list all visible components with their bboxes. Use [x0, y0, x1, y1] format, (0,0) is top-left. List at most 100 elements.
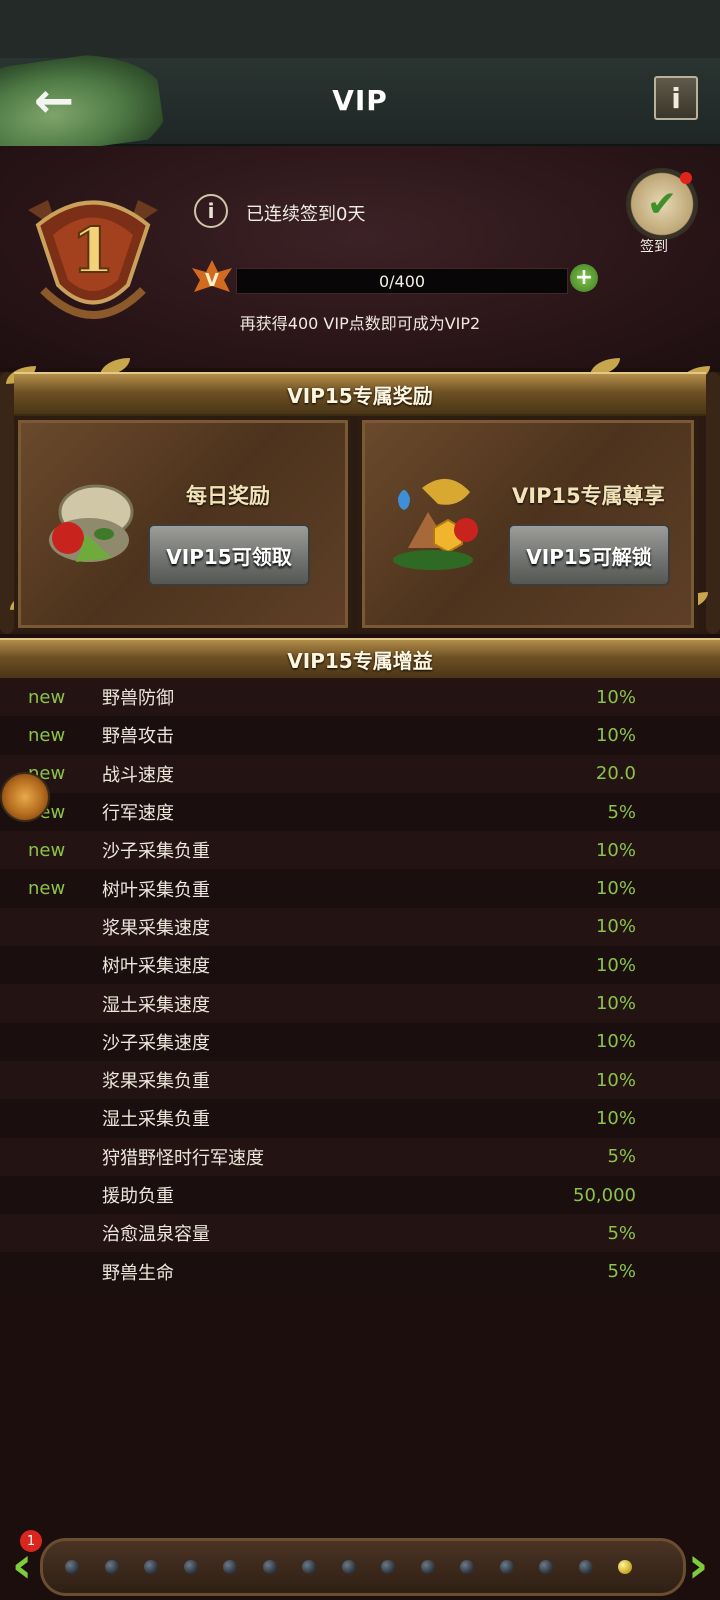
buff-name: 行军速度	[102, 803, 174, 825]
next-arrow-icon[interactable]: ›	[680, 1540, 716, 1590]
page-title: VIP	[332, 84, 388, 117]
pager-dot[interactable]	[144, 1560, 158, 1574]
info-icon: i	[671, 81, 681, 115]
signin-button[interactable]: ✔	[626, 168, 698, 240]
claim-daily-reward-button[interactable]: VIP15可领取	[148, 524, 310, 586]
info-button[interactable]: i	[654, 76, 698, 120]
pager-dot[interactable]	[539, 1560, 553, 1574]
buff-name: 野兽攻击	[102, 726, 174, 748]
notification-dot	[680, 172, 692, 184]
new-tag: new	[28, 686, 66, 708]
buff-value: 5%	[607, 1222, 636, 1244]
unlock-exclusive-reward-button[interactable]: VIP15可解锁	[508, 524, 670, 586]
pager-dot[interactable]	[578, 1560, 593, 1574]
buff-name: 湿土采集负重	[102, 1109, 210, 1131]
pager-dot[interactable]	[262, 1560, 277, 1574]
buff-name: 野兽防御	[102, 688, 174, 710]
buff-value: 10%	[595, 839, 636, 861]
pager-dot[interactable]	[420, 1560, 435, 1574]
pager-dot[interactable]	[65, 1560, 79, 1574]
buff-name: 援助负重	[102, 1186, 174, 1207]
pager-dot[interactable]	[460, 1560, 474, 1574]
exclusive-reward-icon	[393, 478, 478, 570]
buff-name: 战斗速度	[102, 764, 174, 786]
vine-decoration	[706, 372, 720, 634]
prev-arrow-icon[interactable]: ‹	[4, 1540, 40, 1590]
new-tag: new	[28, 724, 66, 746]
buff-row: 树叶采集速度 10%	[0, 946, 720, 985]
vip-level-pager	[40, 1538, 686, 1596]
top-bar: ← VIP i	[0, 45, 720, 163]
buff-name: 沙子采集负重	[102, 841, 210, 863]
buff-name: 沙子采集速度	[102, 1032, 210, 1054]
buff-value: 10%	[595, 686, 636, 708]
buff-value: 10%	[595, 1107, 636, 1129]
pager-dot[interactable]	[381, 1560, 395, 1574]
daily-reward-icon	[49, 484, 134, 562]
buff-value: 10%	[595, 724, 636, 746]
pager-dot[interactable]	[223, 1560, 237, 1574]
buff-value: 5%	[607, 1146, 636, 1168]
vip-header-panel: 1 i 已连续签到0天 ✔ 签到 V 0/400 + 再获得400 VIP点数即…	[0, 146, 720, 368]
buff-row: 野兽生命 5%	[0, 1252, 720, 1291]
signin-info-icon[interactable]: i	[194, 194, 228, 228]
rewards-banner: VIP15专属奖励	[14, 372, 706, 416]
buff-name: 狩猎野怪时行军速度	[102, 1147, 264, 1169]
buff-row: 治愈温泉容量 5%	[0, 1214, 720, 1253]
daily-reward-card: 每日奖励 VIP15可领取	[14, 416, 352, 632]
pager-dot[interactable]	[499, 1560, 514, 1574]
pager-dot[interactable]	[302, 1560, 316, 1574]
buff-name: 治愈温泉容量	[102, 1224, 210, 1246]
buffs-banner: VIP15专属增益	[0, 638, 720, 678]
reward-section: VIP15专属奖励 每日奖励 VIP15可领取 VIP15专属尊享 VIP15可…	[0, 358, 720, 634]
buff-row: 浆果采集速度 10%	[0, 907, 720, 947]
buff-row: new 行军速度 5%	[0, 792, 720, 832]
vip-points-icon: V	[192, 260, 232, 292]
buff-row: 援助负重 50,000	[0, 1175, 720, 1215]
signin-label: 签到	[640, 239, 668, 255]
buff-row: new 沙子采集负重 10%	[0, 831, 720, 870]
pager-dot-active[interactable]	[618, 1560, 632, 1574]
buff-row: 浆果采集负重 10%	[0, 1060, 720, 1100]
buff-row: new 战斗速度 20.0	[0, 754, 720, 793]
pager-dot[interactable]	[341, 1560, 356, 1574]
exclusive-reward-card: VIP15专属尊享 VIP15可解锁	[358, 416, 698, 632]
buff-value: 50,000	[573, 1184, 636, 1206]
new-tag: new	[28, 878, 66, 900]
buff-value: 20.0	[595, 763, 636, 785]
plus-icon: +	[574, 265, 594, 290]
pager-dot[interactable]	[104, 1560, 119, 1574]
buff-name: 树叶采集速度	[102, 956, 210, 978]
buff-list: new 野兽防御 10% new 野兽攻击 10% new 战斗速度 20.0 new 行军速度 5%…	[0, 678, 720, 1291]
buff-value: 10%	[595, 1031, 636, 1053]
add-vip-points-button[interactable]: +	[570, 264, 598, 292]
vine-decoration	[0, 372, 14, 634]
buff-name: 浆果采集速度	[102, 917, 210, 939]
pager-dot[interactable]	[183, 1560, 198, 1574]
buff-row: 湿土采集速度 10%	[0, 984, 720, 1023]
buff-value: 10%	[595, 1069, 636, 1091]
exclusive-reward-title: VIP15专属尊享	[512, 484, 665, 508]
buff-name: 树叶采集负重	[102, 879, 210, 901]
signin-status: 已连续签到0天	[246, 204, 366, 225]
vip-level-badge[interactable]: 1	[18, 190, 168, 330]
next-level-hint: 再获得400 VIP点数即可成为VIP2	[239, 314, 481, 333]
buff-row: new 野兽防御 10%	[0, 678, 720, 717]
status-bar	[0, 0, 720, 58]
buff-value: 5%	[607, 801, 636, 823]
buff-name: 野兽生命	[102, 1262, 174, 1284]
new-tag: new	[28, 839, 66, 861]
buff-row: new 野兽攻击 10%	[0, 716, 720, 755]
buff-value: 10%	[595, 878, 636, 900]
buff-row: 湿土采集负重 10%	[0, 1099, 720, 1138]
buff-value: 10%	[595, 954, 636, 976]
buff-row: new 树叶采集负重 10%	[0, 869, 720, 908]
vip-level-number: 1	[71, 214, 114, 287]
buff-value: 10%	[595, 993, 636, 1015]
vip-progress-bar: 0/400	[236, 268, 568, 294]
buff-value: 10%	[595, 916, 636, 938]
buff-name: 湿土采集速度	[102, 994, 210, 1016]
buff-name: 浆果采集负重	[102, 1071, 210, 1093]
lion-avatar[interactable]	[0, 772, 50, 822]
buff-value: 5%	[607, 1261, 636, 1283]
